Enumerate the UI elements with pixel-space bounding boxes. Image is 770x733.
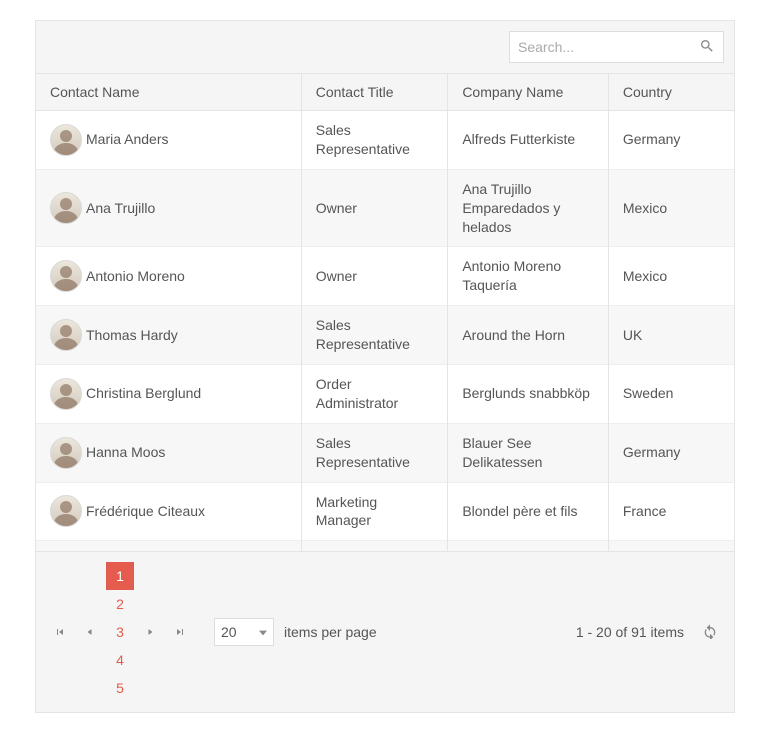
contact-title: Order Administrator [301, 365, 448, 423]
avatar [50, 495, 82, 527]
table-row[interactable]: Antonio Moreno OwnerAntonio Moreno Taquer… [36, 247, 734, 306]
page-size-select[interactable]: 20 [214, 618, 274, 646]
country: UK [608, 306, 734, 364]
items-per-page-label: items per page [284, 624, 377, 640]
contact-title: Owner [301, 247, 448, 305]
country [608, 541, 734, 551]
grid-table: Contact Name Contact Title Company Name … [36, 73, 734, 551]
header-row: Contact Name Contact Title Company Name … [36, 74, 734, 111]
company-name: Around the Horn [448, 306, 609, 364]
contact-name: Ana Trujillo [86, 199, 155, 218]
refresh-button[interactable] [696, 618, 724, 646]
page-first-button[interactable] [46, 618, 74, 646]
chevron-down-icon [259, 624, 267, 640]
country: Mexico [608, 170, 734, 247]
company-name: Bólido Comidas [448, 541, 609, 551]
country: France [608, 483, 734, 541]
company-name: Blondel père et fils [448, 483, 609, 541]
col-contact-title[interactable]: Contact Title [301, 74, 448, 111]
company-name: Ana Trujillo Emparedados y helados [448, 170, 609, 247]
company-name: Berglunds snabbköp [448, 365, 609, 423]
search-icon [699, 38, 715, 57]
contact-title: Marketing Manager [301, 483, 448, 541]
page-last-button[interactable] [166, 618, 194, 646]
avatar [50, 260, 82, 292]
country: Germany [608, 111, 734, 169]
search-box[interactable] [509, 31, 724, 63]
pager-info: 1 - 20 of 91 items [576, 624, 684, 640]
page-next-button[interactable] [136, 618, 164, 646]
contact-name: Hanna Moos [86, 443, 165, 462]
company-name: Antonio Moreno Taquería [448, 247, 609, 305]
table-row[interactable]: Frédérique Citeaux Marketing ManagerBlond… [36, 483, 734, 542]
page-number-button[interactable]: 2 [106, 590, 134, 618]
table-row[interactable]: Thomas Hardy Sales RepresentativeAround t… [36, 306, 734, 365]
search-input[interactable] [518, 39, 699, 55]
page-number-button[interactable]: 1 [106, 562, 134, 590]
country: Mexico [608, 247, 734, 305]
data-grid: Contact Name Contact Title Company Name … [35, 20, 735, 713]
col-contact-name[interactable]: Contact Name [36, 74, 301, 111]
table-row[interactable]: Christina Berglund Order AdministratorBer… [36, 365, 734, 424]
contact-name: Maria Anders [86, 130, 168, 149]
refresh-icon [702, 623, 718, 642]
contact-title: Sales Representative [301, 306, 448, 364]
page-size-value: 20 [221, 624, 237, 640]
table-row[interactable]: Ana Trujillo OwnerAna Trujillo Emparedado… [36, 170, 734, 248]
contact-name: Thomas Hardy [86, 326, 178, 345]
table-row[interactable]: Bólido Comidas [36, 541, 734, 551]
page-number-button[interactable]: 3 [106, 618, 134, 646]
contact-name: Christina Berglund [86, 384, 201, 403]
table-row[interactable]: Hanna Moos Sales RepresentativeBlauer See… [36, 424, 734, 483]
avatar [50, 378, 82, 410]
grid-toolbar [36, 21, 734, 73]
pager: 12345 20 items per page 1 - 20 of 91 ite… [36, 551, 734, 712]
contact-name: Antonio Moreno [86, 267, 185, 286]
company-name: Alfreds Futterkiste [448, 111, 609, 169]
page-number-button[interactable]: 4 [106, 646, 134, 674]
country: Germany [608, 424, 734, 482]
page-number-button[interactable]: 5 [106, 674, 134, 702]
contact-name: Frédérique Citeaux [86, 502, 205, 521]
contact-title: Sales Representative [301, 111, 448, 169]
country: Sweden [608, 365, 734, 423]
avatar [50, 192, 82, 224]
table-row[interactable]: Maria Anders Sales RepresentativeAlfreds … [36, 111, 734, 170]
contact-title: Sales Representative [301, 424, 448, 482]
col-company-name[interactable]: Company Name [448, 74, 609, 111]
avatar [50, 124, 82, 156]
avatar [50, 437, 82, 469]
contact-title [301, 541, 448, 551]
page-prev-button[interactable] [76, 618, 104, 646]
col-country[interactable]: Country [608, 74, 734, 111]
company-name: Blauer See Delikatessen [448, 424, 609, 482]
contact-title: Owner [301, 170, 448, 247]
avatar [50, 319, 82, 351]
